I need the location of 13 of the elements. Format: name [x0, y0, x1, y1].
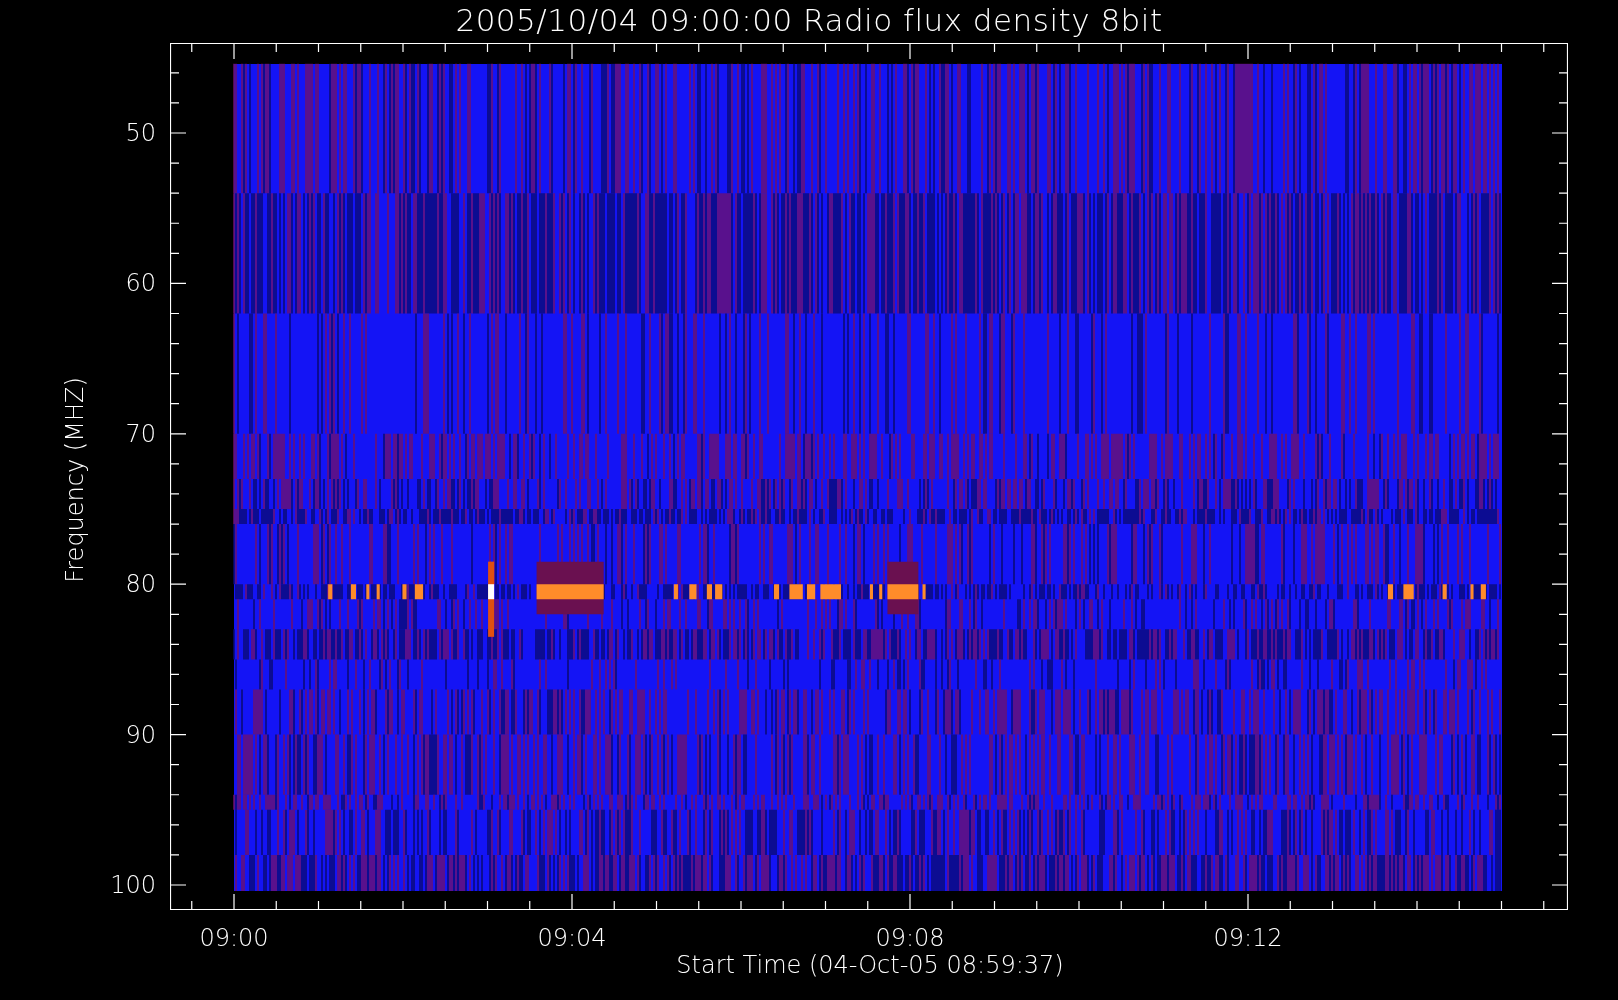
tick-label: 09:08 [875, 926, 945, 950]
tick-label: 09:12 [1213, 926, 1283, 950]
axis-label: Frequency (MHZ) [63, 377, 87, 583]
tick-label: 50 [125, 121, 156, 145]
tick-label: 70 [125, 421, 156, 446]
tick-label: 90 [125, 722, 156, 747]
tick-label: 80 [125, 572, 156, 597]
axis-label: Start Time (04-Oct-05 08:59:37) [676, 953, 1064, 977]
tick-label: 09:00 [199, 926, 269, 950]
plot-title: 2005/10/04 09:00:00 Radio flux density 8bit [455, 2, 1163, 38]
tick-label: 100 [110, 873, 156, 897]
tick-label: 09:04 [537, 926, 607, 950]
tick-label: 60 [125, 271, 156, 296]
